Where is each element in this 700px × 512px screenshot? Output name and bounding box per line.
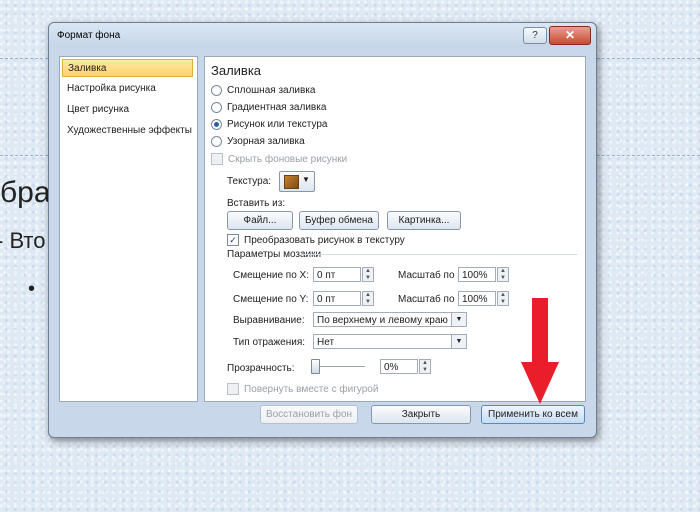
dialog-titlebar[interactable]: Формат фона ? ✕ [49, 23, 596, 47]
radio-icon[interactable] [211, 85, 222, 96]
transparency-slider-handle[interactable] [311, 359, 320, 374]
file-button[interactable]: Файл... [227, 211, 293, 230]
slide-body-text: - Вто [0, 228, 46, 253]
scale-x-label: Масштаб по X: [398, 270, 467, 281]
reset-background-button[interactable]: Восстановить фон [260, 405, 358, 424]
chevron-down-icon: ▼ [302, 175, 310, 184]
chevron-down-icon: ▼ [451, 313, 466, 326]
radio-icon[interactable] [211, 102, 222, 113]
offset-y-input[interactable]: 0 пт [313, 291, 361, 306]
tile-texture-checkbox[interactable]: ✓ Преобразовать рисунок в текстуру [227, 234, 405, 248]
nav-item-artistic-effects[interactable]: Художественные эффекты [62, 122, 193, 140]
offset-y-spinner[interactable]: ▲ ▼ [362, 291, 374, 306]
rotate-with-shape-checkbox[interactable]: Повернуть вместе с фигурой [227, 383, 378, 397]
slide-heading-text: бра [0, 176, 51, 209]
scale-x-input[interactable]: 100% [458, 267, 496, 282]
dialog-title: Формат фона [57, 30, 121, 41]
red-arrow-shaft [532, 298, 548, 366]
offset-x-input[interactable]: 0 пт [313, 267, 361, 282]
clipart-button[interactable]: Картинка... [387, 211, 461, 230]
checkbox-icon[interactable] [227, 383, 239, 395]
checkbox-icon[interactable] [211, 153, 223, 165]
hide-background-checkbox[interactable]: Скрыть фоновые рисунки [211, 153, 347, 167]
nav-item-fill[interactable]: Заливка [62, 59, 193, 77]
transparency-slider-track[interactable] [313, 366, 365, 367]
section-title: Заливка [211, 63, 262, 78]
insert-from-label: Вставить из: [227, 198, 286, 209]
help-button[interactable]: ? [523, 27, 547, 44]
mirror-type-select[interactable]: Нет ▼ [313, 334, 467, 349]
group-divider [300, 254, 577, 255]
transparency-input[interactable]: 0% [380, 359, 418, 374]
clipboard-button[interactable]: Буфер обмена [299, 211, 379, 230]
radio-pattern-fill[interactable]: Узорная заливка [211, 136, 305, 150]
close-icon[interactable]: ✕ [549, 26, 591, 45]
radio-icon[interactable] [211, 136, 222, 147]
mirror-type-label: Тип отражения: [233, 337, 306, 348]
checkbox-icon[interactable]: ✓ [227, 234, 239, 246]
format-background-dialog: Формат фона ? ✕ Заливка Настройка рисунк… [48, 22, 597, 438]
transparency-label: Прозрачность: [227, 363, 295, 374]
scale-x-spinner[interactable]: ▲ ▼ [497, 267, 509, 282]
radio-solid-fill[interactable]: Сплошная заливка [211, 85, 315, 99]
scale-y-label: Масштаб по Y: [398, 294, 467, 305]
offset-x-label: Смещение по X: [233, 270, 309, 281]
offset-x-spinner[interactable]: ▲ ▼ [362, 267, 374, 282]
chevron-down-icon: ▼ [451, 335, 466, 348]
alignment-select[interactable]: По верхнему и левому краю ▼ [313, 312, 467, 327]
texture-swatch-icon [284, 175, 299, 189]
apply-to-all-button[interactable]: Применить ко всем [481, 405, 585, 424]
scale-y-spinner[interactable]: ▲ ▼ [497, 291, 509, 306]
category-list: Заливка Настройка рисунка Цвет рисунка Х… [59, 56, 198, 402]
fill-panel: Заливка Сплошная заливка Градиентная зал… [204, 56, 586, 402]
offset-y-label: Смещение по Y: [233, 294, 309, 305]
close-button[interactable]: Закрыть [371, 405, 471, 424]
radio-gradient-fill[interactable]: Градиентная заливка [211, 102, 326, 116]
alignment-label: Выравнивание: [233, 315, 305, 326]
transparency-spinner[interactable]: ▲ ▼ [419, 359, 431, 374]
texture-label: Текстура: [227, 176, 272, 187]
nav-item-picture-corrections[interactable]: Настройка рисунка [62, 80, 193, 98]
slide-bullet: • [28, 278, 36, 300]
red-arrow-down-icon [521, 362, 559, 404]
radio-picture-texture-fill[interactable]: Рисунок или текстура [211, 119, 328, 133]
nav-item-picture-color[interactable]: Цвет рисунка [62, 101, 193, 119]
radio-icon[interactable] [211, 119, 222, 130]
scale-y-input[interactable]: 100% [458, 291, 496, 306]
texture-dropdown[interactable]: ▼ [279, 171, 315, 192]
